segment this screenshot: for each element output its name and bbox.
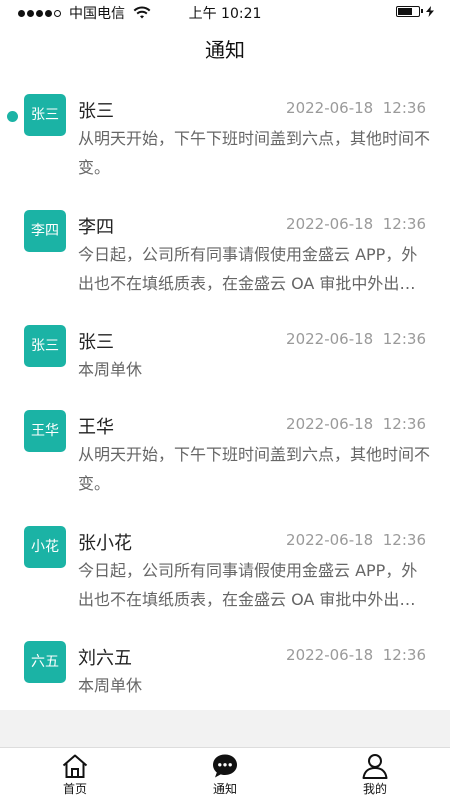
time: 12:36 [382,531,426,549]
date: 2022-06-18 [286,99,374,117]
message-text: 从明天开始，下午下班时间盖到六点，其他时间不变。 [78,129,430,177]
tab-me[interactable]: 我的 [300,748,450,800]
notification-item[interactable]: 小花 张小花 2022-06-18 12:36 今日起，公司所有同事请假使用金盛… [0,526,450,622]
timestamp: 2022-06-18 12:36 [286,531,426,549]
time: 12:36 [382,99,426,117]
notification-item[interactable]: 王华 王华 2022-06-18 12:36 从明天开始，下午下班时间盖到六点，… [0,410,450,506]
notification-item[interactable]: 六五 刘六五 2022-06-18 12:36 本周单休 [0,641,450,701]
message-text: 从明天开始，下午下班时间盖到六点，其他时间不变。 [78,445,430,493]
sender-name: 王华 [78,417,114,438]
avatar: 小花 [24,526,66,568]
tab-me-label: 我的 [362,782,387,796]
time: 12:36 [382,330,426,348]
date: 2022-06-18 [286,215,374,233]
message-text: 本周单休 [78,676,143,695]
tab-notifications[interactable]: 通知 [150,748,300,800]
avatar: 李四 [24,210,66,252]
tab-home-label: 首页 [62,782,87,796]
avatar: 张三 [24,94,66,136]
timestamp: 2022-06-18 12:36 [286,330,426,348]
battery-icon [396,6,423,17]
notification-item[interactable]: 张三 张三 2022-06-18 12:36 本周单休 [0,325,450,385]
tab-bar: 首页 通知 我的 [0,747,450,800]
sender-name: 张三 [78,101,114,122]
date: 2022-06-18 [286,531,374,549]
charging-bolt-icon [426,6,434,17]
status-time: 上午 10:21 [188,6,262,22]
notification-item[interactable]: 李四 李四 2022-06-18 12:36 今日起，公司所有同事请假使用金盛云… [0,210,450,306]
date: 2022-06-18 [286,415,374,433]
message-text: 今日起，公司所有同事请假使用金盛云 APP，外出也不在填纸质表，在金盛云 OA … [78,561,418,609]
time: 12:36 [382,215,426,233]
avatar: 张三 [24,325,66,367]
date: 2022-06-18 [286,646,374,664]
date: 2022-06-18 [286,330,374,348]
tab-notifications-label: 通知 [212,782,237,796]
time: 12:36 [382,415,426,433]
status-bar: 中国电信 上午 10:21 [0,0,450,24]
avatar: 王华 [24,410,66,452]
message-text: 今日起，公司所有同事请假使用金盛云 APP，外出也不在填纸质表，在金盛云 OA … [78,245,418,293]
sender-name: 张小花 [78,533,132,554]
timestamp: 2022-06-18 12:36 [286,99,426,117]
timestamp: 2022-06-18 12:36 [286,646,426,664]
sender-name: 刘六五 [78,648,132,669]
message-text: 本周单休 [78,360,143,379]
notification-item[interactable]: 张三 张三 2022-06-18 12:36 从明天开始，下午下班时间盖到六点，… [0,94,450,190]
user-icon [362,754,388,779]
home-icon [62,754,88,778]
notification-list: 张三 张三 2022-06-18 12:36 从明天开始，下午下班时间盖到六点，… [0,76,450,710]
nav-bar: 通知 [0,24,450,76]
time: 12:36 [382,646,426,664]
chat-bubble-icon [213,754,237,778]
sender-name: 李四 [78,217,114,238]
timestamp: 2022-06-18 12:36 [286,215,426,233]
unread-dot [7,111,18,122]
timestamp: 2022-06-18 12:36 [286,415,426,433]
avatar: 六五 [24,641,66,683]
tab-home[interactable]: 首页 [0,748,150,800]
sender-name: 张三 [78,332,114,353]
status-right [396,6,434,17]
page-title: 通知 [205,38,245,62]
